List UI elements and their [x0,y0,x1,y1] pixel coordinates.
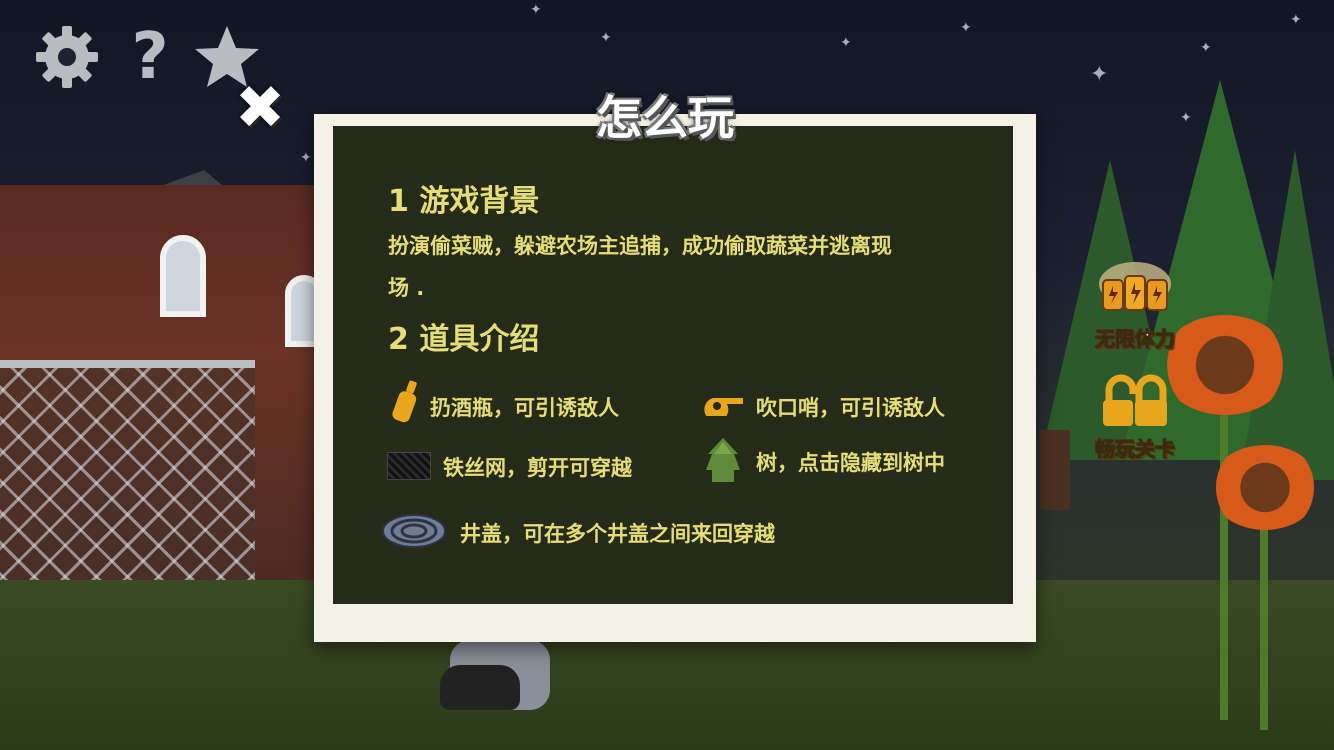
item-bottle-text: 扔酒瓶，可引诱敌人 [430,396,619,420]
help-button[interactable]: ? [115,22,185,92]
close-button[interactable]: ✖ [230,78,290,138]
manhole-icon [382,514,446,548]
tree-icon [706,438,740,482]
item-wire-mesh-text: 铁丝网，剪开可穿越 [443,456,632,480]
star-sparkle: ✦ [840,35,852,51]
star-sparkle: ✦ [300,150,312,166]
star-sparkle: ✦ [1180,110,1192,126]
gear-icon [36,26,98,88]
house-window [160,235,206,317]
settings-button[interactable] [32,22,102,92]
energy-bottles-icon [1099,262,1171,311]
background-text-line: 扮演偷菜贼，躲避农场主追捕，成功偷取蔬菜并逃离现 [388,234,892,258]
item-whistle-text: 吹口哨，可引诱敌人 [756,396,945,420]
wire-mesh-icon [387,452,431,480]
star-sparkle: ✦ [600,30,612,46]
character-foot [440,665,520,710]
whistle-icon [704,398,743,416]
unlimited-stamina-label: 无限体力 [1095,327,1176,352]
section-body-background: 扮演偷菜贼，躲避农场主追捕，成功偷取蔬菜并逃离现 场 . [388,225,998,309]
unlock-levels-label: 畅玩关卡 [1095,437,1176,462]
star-sparkle: ✦ [1290,12,1302,28]
star-sparkle: ✦ [960,20,972,36]
section-heading-items: 2 道具介绍 [388,322,540,357]
padlock-icon [1103,374,1167,426]
sunflower-stem [1260,510,1268,730]
sunflower-stem [1220,390,1228,720]
item-tree-text: 树，点击隐藏到树中 [756,451,945,475]
star-sparkle: ✦ [530,2,542,18]
bottle-icon [392,380,417,423]
tree-trunk [1040,430,1070,510]
star-sparkle: ✦ [1090,62,1109,87]
unlimited-stamina-button[interactable]: 无限体力 [1080,262,1190,352]
section-heading-background: 1 游戏背景 [388,184,540,219]
background-text-line: 场 . [388,276,425,300]
unlock-levels-button[interactable]: 畅玩关卡 [1080,372,1190,462]
sunflower [1210,445,1320,530]
question-icon: ? [131,20,169,94]
dialog-title: 怎么玩 [596,91,734,145]
star-sparkle: ✦ [1200,40,1212,56]
item-manhole-text: 井盖，可在多个井盖之间来回穿越 [460,522,775,546]
close-icon: ✖ [234,73,286,143]
